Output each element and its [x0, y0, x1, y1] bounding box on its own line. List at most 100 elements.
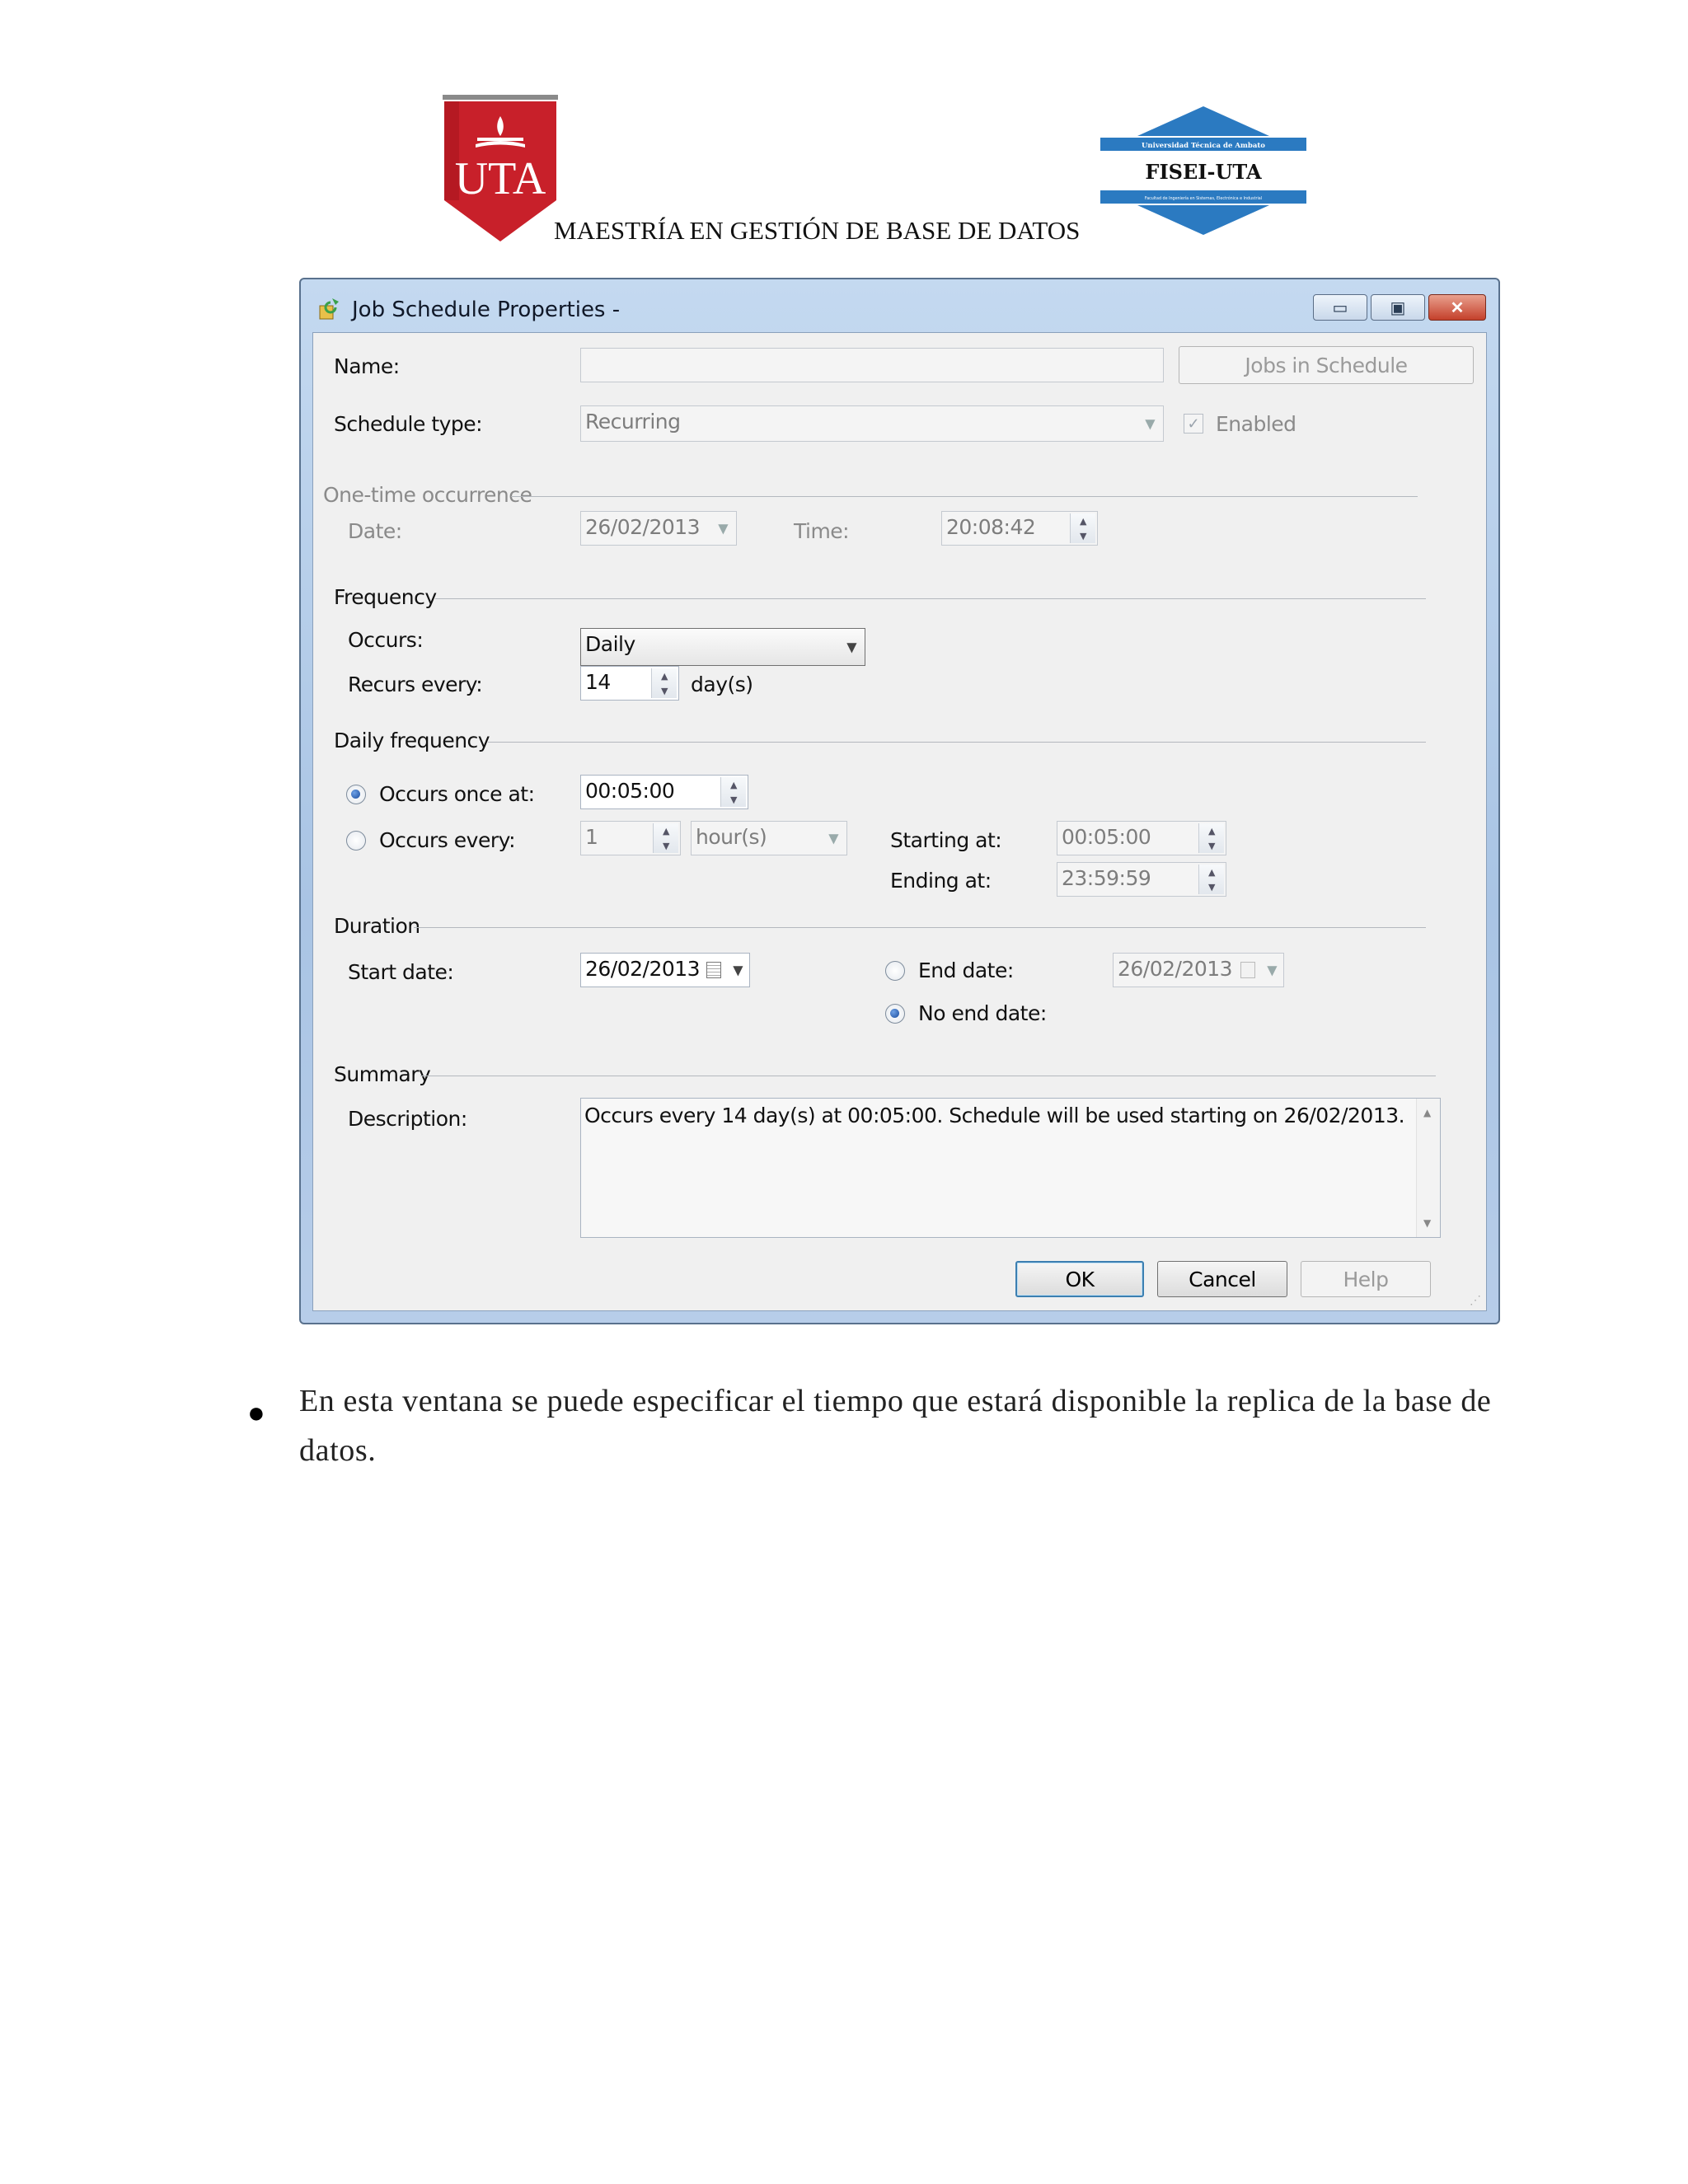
name-input[interactable] [580, 348, 1164, 382]
body-paragraph: En esta ventana se puede especificar el … [299, 1384, 1492, 1468]
occurs-every-radio[interactable] [346, 831, 366, 851]
fisei-logo-sub: Facultad de Ingeniería en Sistemas, Elec… [1145, 195, 1262, 201]
spin-buttons[interactable]: ▲ ▼ [653, 823, 678, 853]
spin-buttons[interactable]: ▲ ▼ [651, 668, 677, 698]
ending-at-value: 23:59:59 [1062, 866, 1151, 890]
starting-at-label: Starting at: [890, 828, 1002, 852]
starting-at-value: 00:05:00 [1062, 825, 1151, 849]
fisei-logo: Universidad Técnica de Ambato FISEI-UTA … [1100, 106, 1306, 235]
fisei-logo-name: FISEI-UTA [1145, 160, 1262, 184]
occurs-every-stepper[interactable]: 1 ▲ ▼ [580, 821, 681, 855]
ok-button[interactable]: OK [1015, 1261, 1144, 1297]
help-button[interactable]: Help [1301, 1261, 1431, 1297]
job-schedule-dialog: Job Schedule Properties - ▭ ▣ ✕ Name: Jo… [299, 278, 1500, 1324]
check-icon: ✓ [1187, 415, 1200, 432]
maximize-button[interactable]: ▣ [1371, 294, 1425, 321]
one-time-date-label: Date: [348, 519, 402, 543]
recurs-every-value: 14 [585, 670, 611, 694]
no-end-date-radio[interactable] [885, 1004, 905, 1024]
occurs-label: Occurs: [348, 628, 424, 652]
enabled-checkbox[interactable]: ✓ [1184, 414, 1203, 434]
divider [511, 496, 1418, 497]
resize-grip-icon[interactable]: ⋰ [1470, 1293, 1481, 1307]
description-textarea[interactable]: Occurs every 14 day(s) at 00:05:00. Sche… [580, 1098, 1441, 1238]
daily-frequency-section-title: Daily frequency [334, 729, 490, 752]
uta-logo: UTA [443, 95, 558, 241]
divider [414, 927, 1426, 928]
one-time-date-picker[interactable]: 26/02/2013 ▼ [580, 511, 737, 546]
schedule-type-label: Schedule type: [334, 412, 483, 436]
occurs-once-radio[interactable] [346, 785, 366, 804]
spin-down-icon: ▼ [663, 840, 669, 851]
occurs-once-time-value: 00:05:00 [585, 779, 675, 803]
close-icon: ✕ [1450, 298, 1465, 317]
spin-buttons[interactable]: ▲ ▼ [1198, 865, 1224, 894]
spin-up-icon: ▲ [1208, 866, 1215, 878]
occurs-value: Daily [585, 632, 635, 656]
occurs-every-value: 1 [585, 825, 598, 849]
job-schedule-icon [319, 298, 339, 320]
calendar-icon[interactable] [1240, 962, 1255, 978]
duration-section-title: Duration [334, 914, 420, 938]
occurs-every-label: Occurs every: [379, 828, 516, 852]
one-time-time-stepper[interactable]: 20:08:42 ▲ ▼ [941, 511, 1098, 546]
no-end-date-label: No end date: [918, 1001, 1047, 1025]
summary-section-title: Summary [334, 1062, 431, 1086]
frequency-section-title: Frequency [334, 585, 437, 609]
bullet-point: ● [247, 1396, 265, 1429]
chevron-down-icon: ▼ [846, 639, 856, 655]
spin-up-icon: ▲ [661, 670, 668, 682]
description-value: Occurs every 14 day(s) at 00:05:00. Sche… [584, 1104, 1405, 1127]
chevron-down-icon: ▼ [1267, 962, 1277, 978]
description-label: Description: [348, 1107, 467, 1131]
calendar-icon[interactable] [706, 962, 721, 978]
uta-logo-text: UTA [455, 153, 546, 204]
one-time-section-title: One-time occurrence [323, 483, 532, 507]
cancel-button[interactable]: Cancel [1157, 1261, 1287, 1297]
spin-buttons[interactable]: ▲ ▼ [1198, 823, 1224, 853]
close-button[interactable]: ✕ [1428, 294, 1486, 321]
spin-up-icon: ▲ [730, 779, 737, 790]
occurs-every-unit-value: hour(s) [696, 825, 767, 849]
vertical-scrollbar[interactable]: ▲ ▼ [1416, 1099, 1440, 1237]
spin-down-icon: ▼ [1208, 840, 1215, 851]
occurs-once-time-stepper[interactable]: 00:05:00 ▲ ▼ [580, 775, 748, 809]
divider [488, 742, 1426, 743]
one-time-date-value: 26/02/2013 [585, 515, 701, 539]
spin-buttons[interactable]: ▲ ▼ [720, 777, 746, 807]
dialog-title: Job Schedule Properties - [352, 298, 621, 322]
schedule-type-select[interactable]: Recurring ▼ [580, 405, 1164, 442]
minimize-button[interactable]: ▭ [1313, 294, 1367, 321]
spin-down-icon: ▼ [661, 685, 668, 696]
scroll-up-icon[interactable]: ▲ [1423, 1107, 1431, 1118]
maximize-icon: ▣ [1390, 298, 1406, 317]
fisei-logo-top: Universidad Técnica de Ambato [1142, 141, 1265, 150]
header-title: MAESTRÍA EN GESTIÓN DE BASE DE DATOS [554, 216, 1081, 245]
spin-up-icon: ▲ [1208, 825, 1215, 837]
chevron-down-icon: ▼ [718, 520, 728, 537]
occurs-once-label: Occurs once at: [379, 782, 535, 806]
title-bar[interactable]: Job Schedule Properties - ▭ ▣ ✕ [301, 279, 1498, 332]
end-date-picker[interactable]: 26/02/2013 ▼ [1113, 953, 1284, 987]
starting-at-stepper[interactable]: 00:05:00 ▲ ▼ [1057, 821, 1226, 855]
spin-buttons[interactable]: ▲ ▼ [1070, 513, 1095, 543]
chevron-down-icon: ▼ [828, 830, 838, 846]
chevron-down-icon: ▼ [733, 962, 743, 978]
ending-at-stepper[interactable]: 23:59:59 ▲ ▼ [1057, 862, 1226, 897]
start-date-picker[interactable]: 26/02/2013 ▼ [580, 953, 750, 987]
chevron-down-icon: ▼ [1145, 415, 1155, 432]
minimize-icon: ▭ [1332, 298, 1348, 317]
end-date-radio[interactable] [885, 961, 905, 981]
spin-down-icon: ▼ [1080, 530, 1086, 541]
spin-up-icon: ▲ [1080, 515, 1086, 527]
end-date-label: End date: [918, 958, 1014, 982]
scroll-down-icon[interactable]: ▼ [1423, 1217, 1431, 1229]
enabled-label: Enabled [1216, 412, 1296, 436]
jobs-in-schedule-button[interactable]: Jobs in Schedule [1179, 346, 1474, 384]
spin-up-icon: ▲ [663, 825, 669, 837]
start-date-value: 26/02/2013 [585, 957, 701, 981]
recurs-every-stepper[interactable]: 14 ▲ ▼ [580, 666, 679, 701]
occurs-every-unit-select[interactable]: hour(s) ▼ [691, 821, 847, 855]
occurs-select[interactable]: Daily ▼ [580, 628, 865, 666]
one-time-time-value: 20:08:42 [946, 515, 1036, 539]
